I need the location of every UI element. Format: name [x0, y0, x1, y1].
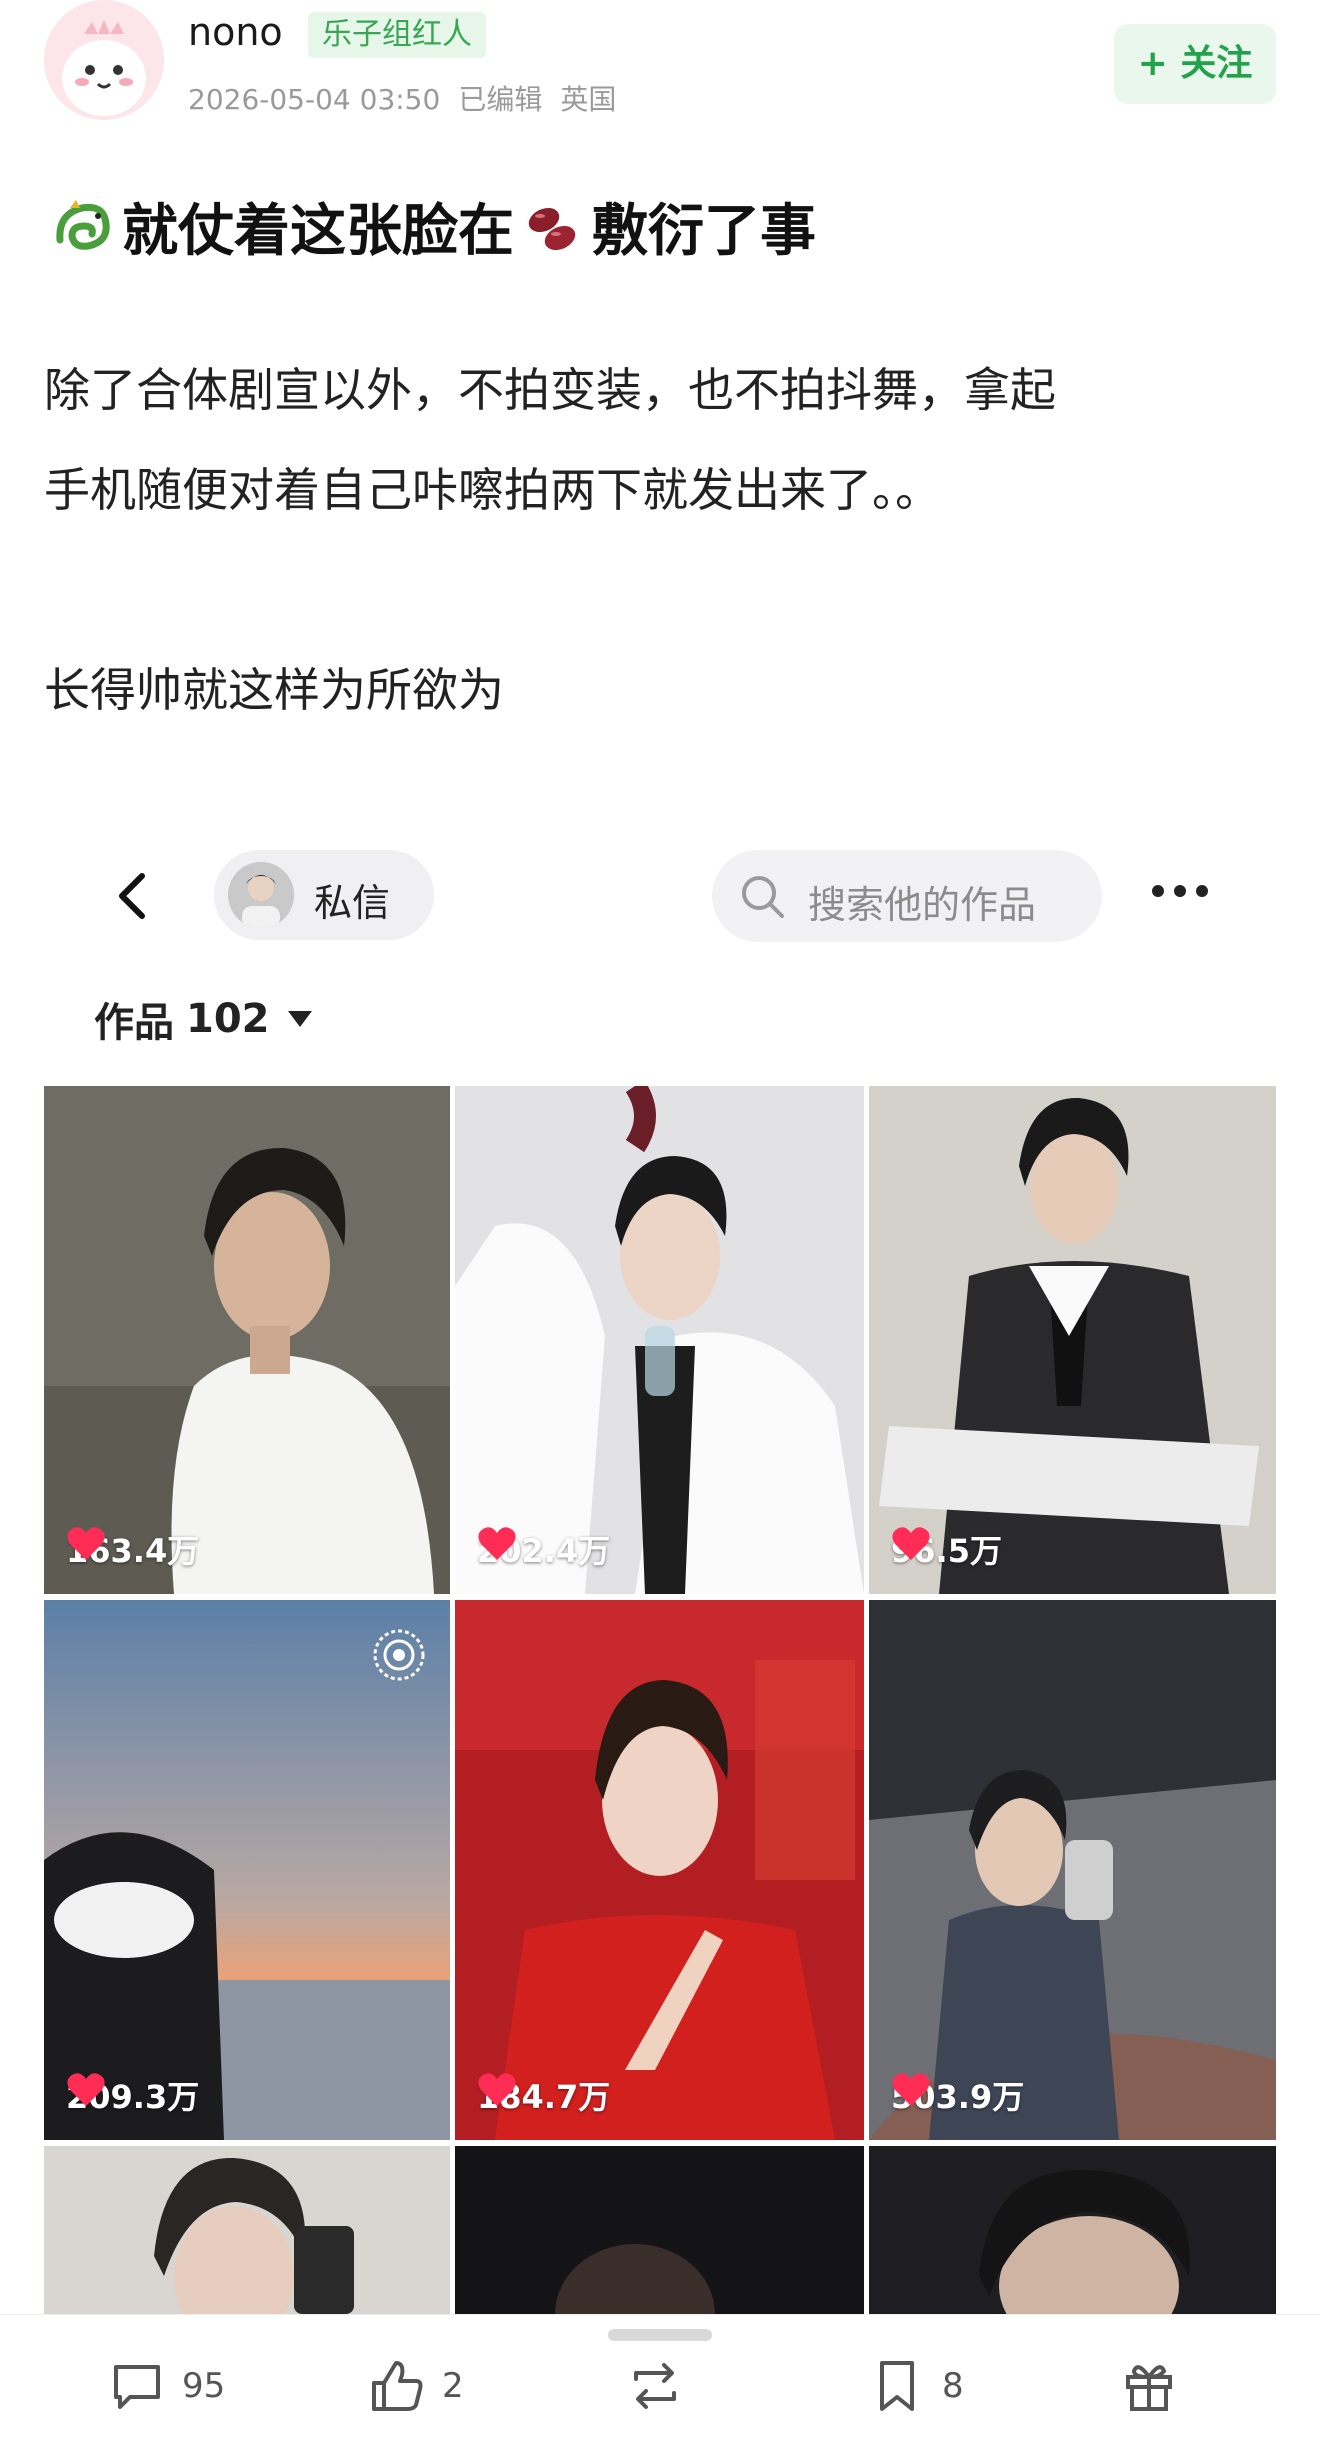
follow-button[interactable]: + 关注 — [1114, 24, 1276, 104]
edited-label: 已编辑 — [458, 83, 543, 116]
thumbnail-image — [869, 2146, 1276, 2314]
works-filter[interactable]: 作品 102 — [94, 990, 312, 1048]
post-location: 英国 — [560, 83, 617, 116]
repost-button[interactable] — [626, 2357, 700, 2415]
post-paragraph-line: 除了合体剧宣以外，不拍变装，也不拍抖舞，拿起 — [44, 363, 1056, 417]
video-grid: 163.4万 202.4万 96.5万 209.3万 184.7万 503.9万 — [44, 1086, 1276, 2314]
video-likes: 184.7万 — [477, 2072, 610, 2118]
heart-icon — [67, 2073, 105, 2106]
like-count: 2 — [442, 2366, 464, 2406]
username[interactable]: nono — [188, 10, 283, 54]
thumbnail-image — [44, 1086, 450, 1594]
video-thumbnail[interactable]: 202.4万 — [455, 1086, 864, 1594]
like-button[interactable]: 2 — [368, 2357, 464, 2415]
beans-emoji-icon — [528, 207, 576, 250]
user-badge: 乐子组红人 — [308, 12, 486, 58]
dm-label: 私信 — [314, 881, 391, 925]
post-header: nono 乐子组红人 2026-05-04 03:50 已编辑 英国 + 关注 — [44, 0, 1276, 124]
bookmark-button[interactable]: 8 — [868, 2357, 964, 2415]
user-avatar[interactable] — [44, 0, 164, 120]
post-body: 除了合体剧宣以外，不拍变装，也不拍抖舞，拿起 手机随便对着自己咔嚓拍两下就发出来… — [44, 340, 1276, 740]
title-part-1: 就仗着这张脸在 — [122, 199, 514, 264]
heart-icon — [478, 1527, 516, 1560]
thumbs-up-icon — [372, 2361, 423, 2411]
search-placeholder: 搜索他的作品 — [808, 883, 1037, 927]
bookmark-icon — [880, 2361, 914, 2411]
works-count: 102 — [186, 996, 270, 1042]
dragon-emoji-icon — [56, 199, 110, 250]
thumbnail-image — [44, 2146, 450, 2314]
video-thumbnail[interactable] — [455, 2146, 864, 2314]
heart-icon — [892, 2073, 930, 2106]
post-timestamp: 2026-05-04 03:50 — [188, 83, 441, 116]
live-indicator-icon — [373, 1629, 425, 1681]
video-thumbnail[interactable]: 503.9万 — [869, 1600, 1276, 2140]
bookmark-count: 8 — [942, 2366, 964, 2406]
thumbnail-image — [869, 1086, 1276, 1594]
more-options-icon[interactable] — [1148, 876, 1212, 906]
caret-down-icon — [287, 1011, 312, 1027]
dm-avatar — [228, 862, 294, 928]
comment-icon — [114, 2365, 160, 2409]
video-likes: 202.4万 — [477, 1526, 610, 1572]
heart-icon — [478, 2073, 516, 2106]
gift-button[interactable] — [1120, 2357, 1194, 2415]
video-thumbnail[interactable] — [869, 2146, 1276, 2314]
title-part-2: 敷衍了事 — [592, 199, 816, 264]
video-thumbnail[interactable]: 184.7万 — [455, 1600, 864, 2140]
gift-icon — [1126, 2365, 1172, 2411]
video-likes: 209.3万 — [66, 2072, 199, 2118]
post-paragraph-line: 长得帅就这样为所欲为 — [44, 663, 504, 717]
video-likes: 163.4万 — [66, 1526, 199, 1572]
post-paragraph-line: 手机随便对着自己咔嚓拍两下就发出来了。。 — [44, 463, 941, 517]
post-meta: 2026-05-04 03:50 已编辑 英国 — [188, 78, 634, 118]
video-thumbnail[interactable] — [44, 2146, 450, 2314]
video-thumbnail[interactable]: 163.4万 — [44, 1086, 450, 1594]
scroll-handle[interactable] — [608, 2329, 712, 2341]
bottom-action-bar: 95 2 8 — [0, 2314, 1320, 2440]
comment-count: 95 — [182, 2366, 226, 2406]
search-icon — [742, 876, 784, 918]
avatar-illustration — [44, 0, 164, 120]
thumbnail-image — [455, 1086, 864, 1594]
thumbnail-image — [455, 2146, 864, 2314]
thumbnail-image — [869, 1600, 1276, 2140]
profile-toolbar: 私信 搜索他的作品 — [44, 834, 1276, 954]
dm-button[interactable]: 私信 — [214, 850, 434, 940]
repost-icon — [634, 2363, 676, 2409]
heart-icon — [892, 1527, 930, 1560]
comment-button[interactable]: 95 — [108, 2357, 225, 2415]
video-likes: 503.9万 — [891, 2072, 1024, 2118]
post-title: 就仗着这张脸在 敷衍了事 — [44, 186, 816, 267]
embedded-screenshot[interactable]: 私信 搜索他的作品 作品 102 163.4万 202.4万 96.5万 209… — [44, 834, 1276, 2314]
back-arrow-icon[interactable] — [106, 868, 162, 924]
video-thumbnail[interactable]: 209.3万 — [44, 1600, 450, 2140]
video-likes: 96.5万 — [891, 1526, 1002, 1572]
search-works-input[interactable]: 搜索他的作品 — [712, 850, 1102, 942]
video-thumbnail[interactable]: 96.5万 — [869, 1086, 1276, 1594]
heart-icon — [67, 1527, 105, 1560]
thumbnail-image — [455, 1600, 864, 2140]
works-label: 作品 — [94, 1000, 174, 1046]
